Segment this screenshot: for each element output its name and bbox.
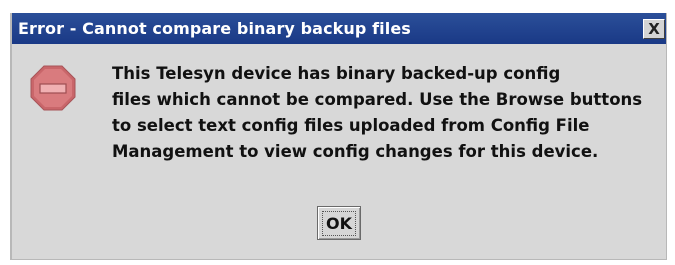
dialog-title: Error - Cannot compare binary backup fil… (18, 19, 411, 38)
stop-sign-icon (30, 65, 76, 111)
close-button[interactable]: X (643, 19, 665, 39)
message-line: files which cannot be compared. Use the … (112, 90, 643, 109)
message-line: This Telesyn device has binary backed-up… (112, 64, 561, 83)
message-line: Management to view config changes for th… (112, 142, 599, 161)
ok-button[interactable]: OK (317, 206, 361, 240)
error-dialog: Error - Cannot compare binary backup fil… (10, 13, 667, 260)
message-line: to select text config files uploaded fro… (112, 116, 590, 135)
title-bar[interactable]: Error - Cannot compare binary backup fil… (12, 13, 666, 44)
page: Error - Cannot compare binary backup fil… (0, 0, 675, 265)
error-message: This Telesyn device has binary backed-up… (112, 61, 662, 165)
ok-button-label: OK (322, 210, 356, 236)
close-icon: X (648, 19, 660, 38)
